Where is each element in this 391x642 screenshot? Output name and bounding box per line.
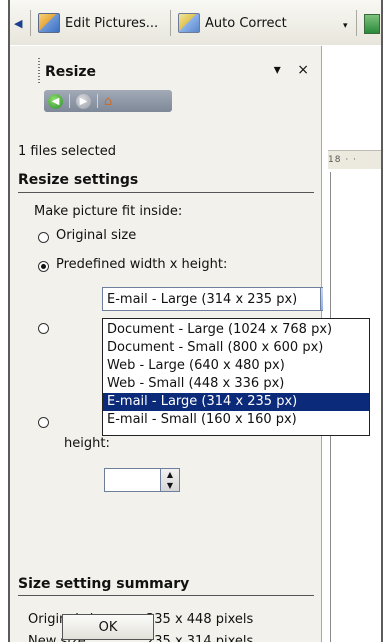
pane-controls[interactable]: ▾ × xyxy=(274,62,315,78)
auto-correct-button[interactable]: Auto Correct xyxy=(178,12,287,34)
ok-button-label: OK xyxy=(98,619,118,635)
size-summary-heading: Size setting summary xyxy=(18,576,190,592)
picture-toolbar: ◀ Edit Pictures... Auto Correct ▾ xyxy=(10,0,381,45)
original-size-radio[interactable] xyxy=(38,232,49,243)
pane-title: Resize xyxy=(45,64,97,80)
predefined-size-value: E-mail - Large (314 x 235 px) xyxy=(107,291,298,307)
dropdown-option[interactable]: Document - Large (1024 x 768 px) xyxy=(103,321,369,339)
section-divider xyxy=(18,192,314,193)
ok-button[interactable]: OK xyxy=(62,614,154,640)
dropdown-option[interactable]: Web - Small (448 x 336 px) xyxy=(103,375,369,393)
toolbar-separator xyxy=(356,10,357,36)
pane-nav-bar: ◀ ▶ ⌂ xyxy=(44,90,172,112)
toolbar-left-arrow-icon: ◀ xyxy=(14,17,23,30)
percentage-radio[interactable] xyxy=(38,417,49,428)
toolbar-next-icon xyxy=(364,14,380,34)
toolbar-separator xyxy=(30,10,31,36)
auto-correct-label: Auto Correct xyxy=(205,15,287,31)
auto-correct-icon xyxy=(178,13,200,33)
resize-settings-heading: Resize settings xyxy=(18,172,139,188)
nav-separator xyxy=(97,94,98,108)
new-size-summary-value: 235 x 314 pixels xyxy=(146,634,254,642)
pane-grip-handle[interactable] xyxy=(38,58,40,84)
nav-separator xyxy=(69,94,70,108)
home-icon[interactable]: ⌂ xyxy=(104,94,120,109)
predefined-size-radio[interactable] xyxy=(38,261,49,272)
height-label: height: xyxy=(64,436,110,451)
predefined-size-select[interactable]: E-mail - Large (314 x 235 px) ▼ xyxy=(102,287,340,311)
edit-pictures-icon xyxy=(38,13,60,33)
percentage-spinner[interactable]: ▲ ▼ xyxy=(104,468,180,492)
edit-pictures-button[interactable]: Edit Pictures... xyxy=(38,12,158,34)
edit-pictures-label: Edit Pictures... xyxy=(65,15,159,31)
files-selected-text: 1 files selected xyxy=(18,144,116,159)
window-frame: ◀ Edit Pictures... Auto Correct ▾ Resize… xyxy=(8,0,383,642)
dropdown-option[interactable]: E-mail - Small (160 x 160 px) xyxy=(103,411,369,429)
pane-header: Resize ▾ × xyxy=(10,46,321,86)
predefined-size-dropdown-list[interactable]: Document - Large (1024 x 768 px) Documen… xyxy=(102,318,370,436)
ruler: 18 · · xyxy=(328,150,381,169)
dropdown-option-selected[interactable]: E-mail - Large (314 x 235 px) xyxy=(103,393,369,411)
dropdown-option[interactable]: Web - Large (640 x 480 px) xyxy=(103,357,369,375)
toolbar-options-chevron-icon[interactable]: ▾ xyxy=(343,22,353,31)
make-fit-label: Make picture fit inside: xyxy=(34,204,183,219)
predefined-size-label: Predefined width x height: xyxy=(56,257,228,272)
back-arrow-icon[interactable]: ◀ xyxy=(48,93,63,109)
spinner-up-down-icon[interactable]: ▲ ▼ xyxy=(160,469,179,491)
original-size-label: Original size xyxy=(56,228,137,243)
custom-size-radio[interactable] xyxy=(38,323,49,334)
toolbar-separator xyxy=(170,10,171,36)
forward-arrow-icon[interactable]: ▶ xyxy=(76,93,91,109)
dropdown-option[interactable]: Document - Small (800 x 600 px) xyxy=(103,339,369,357)
section-divider xyxy=(18,595,314,596)
original-size-summary-value: 335 x 448 pixels xyxy=(146,612,254,627)
